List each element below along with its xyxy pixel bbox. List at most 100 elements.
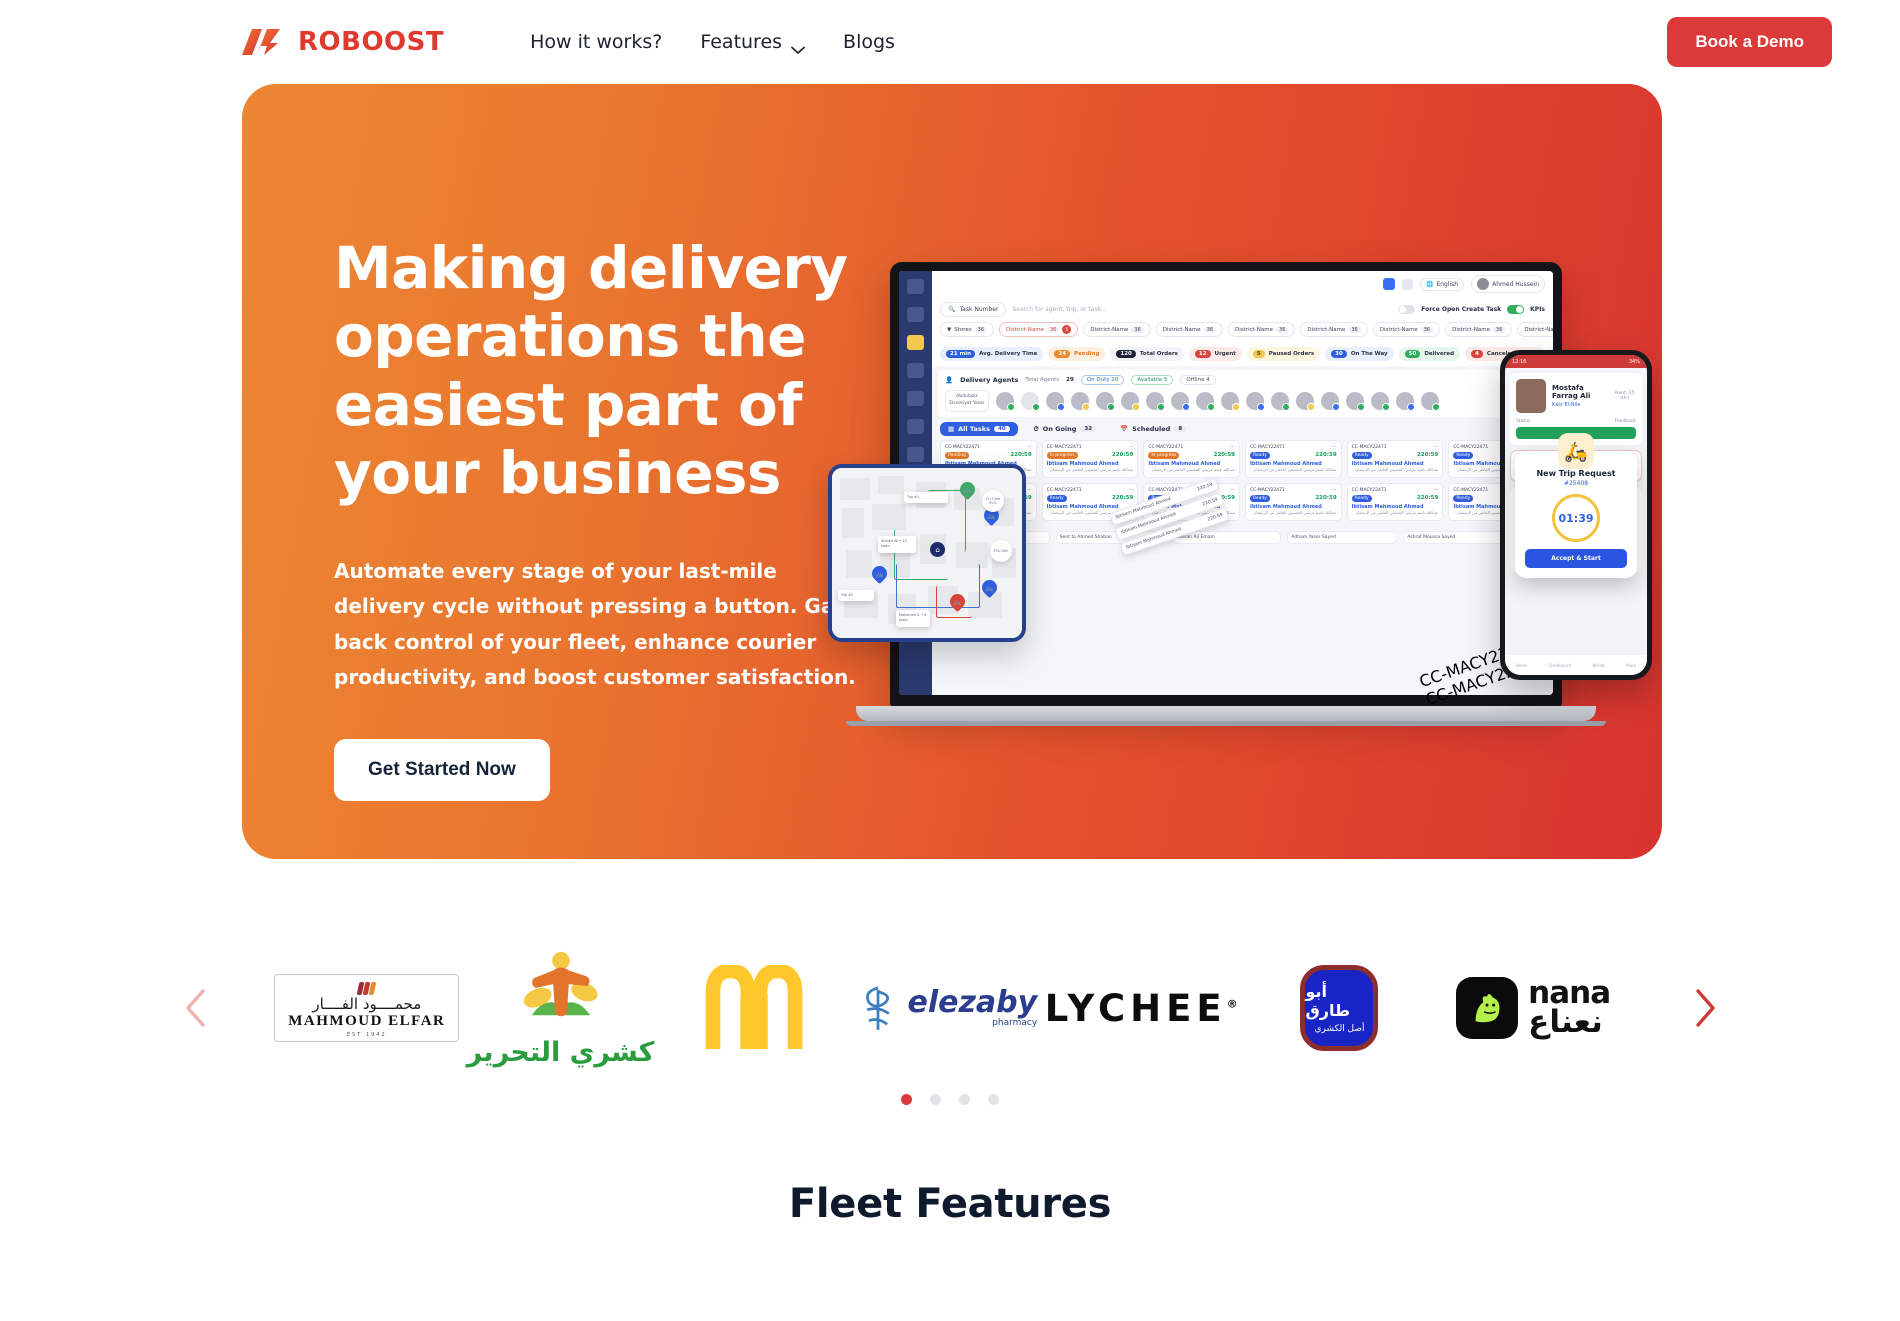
agent-avatar[interactable]: [1171, 391, 1190, 411]
tab-on-going[interactable]: ⏱ On Going 32: [1026, 422, 1104, 437]
available-chip[interactable]: Available 5: [1131, 375, 1174, 385]
more-icon[interactable]: ⋯: [1230, 445, 1235, 450]
get-started-now-button[interactable]: Get Started Now: [334, 739, 550, 802]
tab-dashboard[interactable]: Dashboard: [1549, 663, 1571, 668]
force-open-create-task-toggle[interactable]: [1398, 305, 1416, 314]
fleet-icon[interactable]: [907, 335, 924, 350]
kpi-chip[interactable]: 12 Urgent: [1188, 347, 1242, 361]
more-icon[interactable]: ⋯: [1230, 488, 1235, 493]
kpi-chip[interactable]: 30 On The Way: [1325, 347, 1394, 361]
delivery-map[interactable]: 🚲 🚲 🚲 🚲 🚲 ⌂ Trip #1 Ahmed Ali • 12 tasks…: [832, 468, 1022, 638]
agent-avatar[interactable]: [1196, 391, 1215, 411]
kpi-chip[interactable]: 24 Pending: [1048, 347, 1106, 361]
district-chip[interactable]: District-Name 36: [1155, 322, 1224, 337]
more-icon[interactable]: ⋯: [1332, 488, 1337, 493]
language-selector[interactable]: 🌐 English: [1419, 277, 1465, 291]
kpi-chip[interactable]: 50 Delivered: [1398, 347, 1461, 361]
users-icon[interactable]: [907, 447, 924, 462]
task-card[interactable]: CC-MACY22471⋯ Ready 220:59 Ibtisam Mahmo…: [1346, 482, 1444, 522]
agent-avatar[interactable]: [1296, 391, 1315, 411]
more-icon[interactable]: ⋯: [1332, 445, 1337, 450]
agent-avatar[interactable]: [1121, 391, 1140, 411]
tab-scheduled[interactable]: 📅 Scheduled 8: [1112, 422, 1194, 436]
agent-avatar[interactable]: [1246, 391, 1265, 411]
brand-logo[interactable]: ROBOOST: [240, 25, 444, 59]
agent-avatar[interactable]: [996, 391, 1015, 411]
kpi-chip[interactable]: 5 Paused Orders: [1246, 347, 1321, 361]
agent-avatar[interactable]: [1271, 391, 1290, 411]
bell-icon[interactable]: [1401, 278, 1413, 290]
map-icon[interactable]: [907, 363, 924, 378]
agent-avatar[interactable]: [1096, 391, 1115, 411]
more-icon[interactable]: ⋯: [1027, 445, 1032, 450]
more-icon[interactable]: ⋯: [1027, 488, 1032, 493]
task-card[interactable]: CC-MACY22471⋯ Ready 220:59 Ibtisam Mahmo…: [1244, 439, 1342, 478]
more-icon[interactable]: ⋯: [1129, 488, 1134, 493]
nav-link-how-it-works[interactable]: How it works?: [530, 31, 662, 53]
dashboard-search-input[interactable]: Search for agent, trip, or task...: [1012, 306, 1392, 313]
district-chip[interactable]: District-Name 36: [1445, 322, 1513, 337]
task-card[interactable]: CC-MACY22471⋯ Ready 220:59 Ibtisam Mahmo…: [1346, 439, 1444, 478]
agent-avatar[interactable]: [1321, 391, 1340, 411]
kpis-toggle[interactable]: [1507, 305, 1525, 314]
carousel-dot-1[interactable]: [901, 1094, 912, 1105]
nav-link-features[interactable]: Features: [700, 31, 805, 54]
task-card[interactable]: CC-MACY22471⋯ Ready 220:59 Ibtisam Mahmo…: [1244, 482, 1342, 522]
client-logo-mahmoud-elfar[interactable]: محمــــود الفــــار MAHMOUD ELFAR EST 19…: [270, 943, 464, 1073]
trip-card[interactable]: Adham Yaser Sayed: [1287, 531, 1398, 545]
tab-all-tasks[interactable]: ▦ All Tasks 40: [940, 422, 1018, 436]
agent-avatar[interactable]: [1346, 391, 1365, 411]
agent-avatar[interactable]: [1371, 391, 1390, 411]
task-card[interactable]: CC-MACY22471 ⋯ In progress 220:59 Ibtisam…: [1041, 439, 1139, 478]
agent-avatar[interactable]: [1221, 391, 1240, 411]
district-chip[interactable]: District-Name 36 5: [999, 322, 1079, 337]
carousel-dot-4[interactable]: [988, 1094, 999, 1105]
tab-home[interactable]: Home: [1516, 663, 1528, 668]
agent-avatar[interactable]: [1146, 391, 1165, 411]
agent-card[interactable]: Abdulaziz Elserkiyat Yaser: [945, 390, 989, 412]
tab-wallet[interactable]: Wallet: [1592, 663, 1604, 668]
carousel-next-button[interactable]: [1682, 985, 1728, 1031]
more-icon[interactable]: ⋯: [1434, 488, 1439, 493]
trip-card[interactable]: Ashraf Moussa Sayed: [1403, 531, 1513, 545]
tab-more[interactable]: More: [1626, 663, 1636, 668]
more-icon[interactable]: ⋯: [1434, 445, 1439, 450]
courier-app: 12:16 34% Mostafa Farrag Ali Kasr El-Nil…: [1505, 355, 1647, 675]
district-chip[interactable]: District-Name 36: [1300, 322, 1368, 337]
district-chip[interactable]: District-Name 36: [1083, 322, 1151, 337]
carousel-prev-button[interactable]: [172, 985, 218, 1031]
kpi-chip[interactable]: 21 min Avg. Delivery Time: [940, 347, 1044, 361]
client-logo-elezaby[interactable]: elezaby pharmacy: [851, 943, 1045, 1073]
client-logo-lychee[interactable]: LYCHEE®: [1045, 943, 1243, 1073]
client-logo-mcdonalds[interactable]: [657, 943, 851, 1073]
carousel-dot-3[interactable]: [959, 1094, 970, 1105]
search-scope-select[interactable]: 🔍 Task Number: [940, 302, 1007, 317]
routes-icon[interactable]: [907, 391, 924, 406]
kpi-chip[interactable]: 120 Total Orders: [1110, 347, 1184, 361]
client-logo-abu-tarek[interactable]: أبو طارق أصل الكشري: [1243, 943, 1437, 1073]
more-icon[interactable]: ⋯: [1129, 445, 1134, 450]
agent-avatar[interactable]: [1071, 391, 1090, 411]
book-a-demo-button[interactable]: Book a Demo: [1667, 17, 1832, 67]
task-card[interactable]: CC-MACY22471 ⋯ In progress 220:59 Ibtisam…: [1143, 439, 1240, 478]
agent-avatar[interactable]: [1046, 391, 1065, 411]
agent-avatar[interactable]: [1421, 391, 1440, 411]
shortcut-icon[interactable]: [1382, 278, 1395, 290]
stores-filter[interactable]: ▼ Stores 36: [940, 322, 995, 337]
inbox-icon[interactable]: [907, 307, 924, 322]
user-menu[interactable]: Ahmed Hussein: [1471, 275, 1545, 293]
grid-icon[interactable]: [907, 419, 924, 434]
agent-avatar[interactable]: [1396, 391, 1415, 411]
agent-avatar[interactable]: [1021, 391, 1040, 411]
client-logo-koshary-el-tahrir[interactable]: كشري التحرير: [464, 943, 658, 1073]
district-chip[interactable]: District-Name 36: [1228, 322, 1296, 337]
on-duty-chip[interactable]: On Duty 20: [1080, 375, 1125, 385]
district-chip[interactable]: District-Name 36: [1372, 322, 1441, 337]
task-address: عبدالله باسم مرسي الحسيني العاشر من الرم…: [1355, 466, 1439, 472]
accept-and-start-button[interactable]: Accept & Start: [1525, 549, 1627, 568]
district-chip[interactable]: District-Name 36: [1517, 322, 1553, 337]
client-logo-nana[interactable]: nana نعناع: [1436, 943, 1630, 1073]
carousel-dot-2[interactable]: [930, 1094, 941, 1105]
offline-chip[interactable]: Offline 4: [1180, 375, 1216, 385]
nav-link-blogs[interactable]: Blogs: [843, 31, 895, 53]
